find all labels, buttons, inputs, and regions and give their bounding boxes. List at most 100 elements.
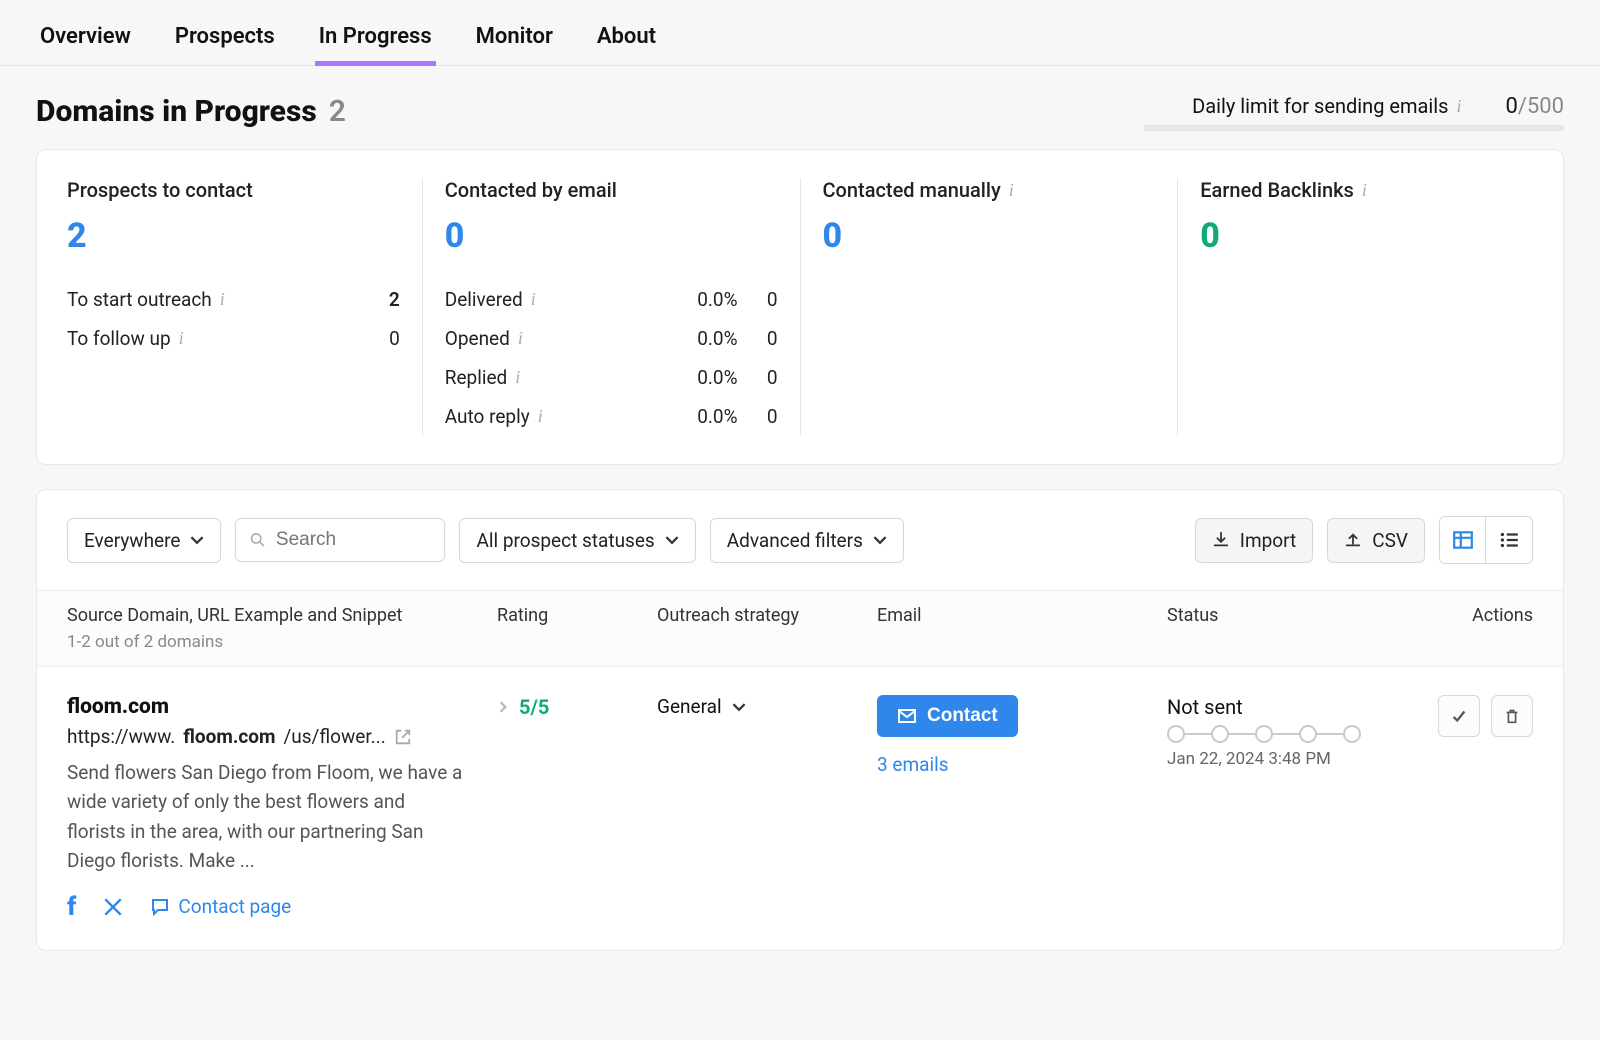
search-input[interactable] — [276, 529, 431, 551]
row-autoreply-label: Auto reply — [445, 405, 530, 428]
col-source-sub: 1-2 out of 2 domains — [67, 632, 497, 652]
col-strategy: Outreach strategy — [657, 605, 877, 652]
page-title: Domains in Progress 2 — [36, 94, 346, 129]
check-icon — [1450, 707, 1468, 725]
row-url-pre: https://www. — [67, 725, 175, 748]
stat-email-title: Contacted by email — [445, 178, 778, 202]
chevron-right-icon — [497, 700, 509, 714]
row-replied-count: 0 — [748, 366, 778, 389]
scope-label: Everywhere — [84, 529, 180, 552]
contact-page-link[interactable]: Contact page — [150, 895, 291, 918]
row-strategy-label: General — [657, 695, 722, 718]
col-source: Source Domain, URL Example and Snippet — [67, 605, 497, 626]
mark-done-button[interactable] — [1438, 695, 1480, 737]
tab-monitor[interactable]: Monitor — [472, 8, 557, 65]
stat-prospects-value[interactable]: 2 — [67, 216, 400, 256]
domains-panel: Everywhere All prospect statuses Advance… — [36, 489, 1564, 951]
row-delivered-label: Delivered — [445, 288, 523, 311]
info-icon[interactable]: i — [1009, 180, 1014, 201]
stat-earned-value[interactable]: 0 — [1200, 216, 1533, 256]
upload-icon — [1344, 531, 1362, 549]
status-dropdown[interactable]: All prospect statuses — [459, 518, 695, 563]
chevron-down-icon — [732, 700, 746, 714]
col-actions: Actions — [1417, 605, 1533, 652]
search-icon — [250, 531, 265, 549]
daily-limit-label: Daily limit for sending emails — [1192, 94, 1448, 118]
info-icon[interactable]: i — [538, 406, 543, 427]
stat-manual: Contacted manually i 0 — [801, 178, 1179, 436]
emails-link[interactable]: 3 emails — [877, 753, 1167, 776]
stats-panel: Prospects to contact 2 To start outreach… — [36, 149, 1564, 465]
chat-icon — [150, 897, 170, 917]
chevron-down-icon — [190, 533, 204, 547]
row-follow-up-count: 0 — [370, 327, 400, 350]
tab-about[interactable]: About — [593, 8, 660, 65]
info-icon[interactable]: i — [220, 289, 225, 310]
row-rating[interactable]: 5/5 — [497, 695, 657, 719]
info-icon[interactable]: i — [515, 367, 520, 388]
info-icon[interactable]: i — [518, 328, 523, 349]
tab-in-progress[interactable]: In Progress — [315, 8, 436, 65]
info-icon[interactable]: i — [1362, 180, 1367, 201]
import-label: Import — [1240, 529, 1296, 552]
page-title-text: Domains in Progress — [36, 94, 317, 129]
advanced-filters-dropdown[interactable]: Advanced filters — [710, 518, 904, 563]
row-strategy-dropdown[interactable]: General — [657, 695, 877, 718]
trash-icon — [1503, 707, 1521, 725]
contact-page-label: Contact page — [178, 895, 291, 918]
col-rating: Rating — [497, 605, 657, 652]
stat-prospects-title: Prospects to contact — [67, 178, 400, 202]
row-autoreply-count: 0 — [748, 405, 778, 428]
external-link-icon[interactable] — [394, 728, 412, 746]
stat-earned-title: Earned Backlinks — [1200, 178, 1354, 202]
row-replied-label: Replied — [445, 366, 507, 389]
scope-dropdown[interactable]: Everywhere — [67, 518, 221, 563]
contact-button[interactable]: Contact — [877, 695, 1018, 737]
row-url-bold: floom.com — [183, 725, 275, 748]
facebook-icon[interactable]: f — [67, 892, 76, 922]
stat-manual-title: Contacted manually — [823, 178, 1001, 202]
stat-email-value[interactable]: 0 — [445, 216, 778, 256]
row-start-outreach-count[interactable]: 2 — [370, 288, 400, 311]
tabs: Overview Prospects In Progress Monitor A… — [0, 0, 1600, 66]
row-replied-pct: 0.0% — [668, 366, 738, 389]
row-url[interactable]: https://www. floom.com/us/flower... — [67, 725, 497, 748]
view-list-button[interactable] — [1486, 517, 1532, 563]
list-icon — [1498, 529, 1520, 551]
row-opened-label: Opened — [445, 327, 510, 350]
info-icon[interactable]: i — [531, 289, 536, 310]
row-opened-pct: 0.0% — [668, 327, 738, 350]
status-steps — [1167, 725, 1417, 743]
contact-button-label: Contact — [927, 705, 998, 727]
row-delivered-pct: 0.0% — [668, 288, 738, 311]
info-icon[interactable]: i — [179, 328, 184, 349]
row-delivered-count: 0 — [748, 288, 778, 311]
page-title-count: 2 — [329, 94, 346, 129]
daily-limit-used: 0 — [1505, 94, 1517, 119]
import-button[interactable]: Import — [1195, 518, 1313, 563]
advanced-label: Advanced filters — [727, 529, 863, 552]
stat-prospects: Prospects to contact 2 To start outreach… — [45, 178, 423, 436]
row-url-post: /us/flower... — [283, 725, 385, 748]
info-icon[interactable]: i — [1456, 96, 1461, 117]
tab-overview[interactable]: Overview — [36, 8, 135, 65]
tab-prospects[interactable]: Prospects — [171, 8, 279, 65]
x-icon[interactable] — [102, 896, 124, 918]
table-header: Source Domain, URL Example and Snippet 1… — [37, 590, 1563, 667]
row-opened-count: 0 — [748, 327, 778, 350]
daily-limit: Daily limit for sending emails i 0/500 — [1144, 94, 1564, 131]
chevron-down-icon — [665, 533, 679, 547]
table-icon — [1452, 529, 1474, 551]
row-domain[interactable]: floom.com — [67, 695, 497, 719]
csv-button[interactable]: CSV — [1327, 518, 1425, 563]
stat-email: Contacted by email 0 Delivered i 0.0% 0 Op… — [423, 178, 801, 436]
view-table-button[interactable] — [1440, 517, 1486, 563]
stat-manual-value[interactable]: 0 — [823, 216, 1156, 256]
daily-limit-total: /500 — [1518, 94, 1564, 119]
row-follow-up-label: To follow up — [67, 327, 171, 350]
status-label: All prospect statuses — [476, 529, 654, 552]
delete-button[interactable] — [1491, 695, 1533, 737]
stat-earned: Earned Backlinks i 0 — [1178, 178, 1555, 436]
search-box[interactable] — [235, 518, 445, 562]
table-row: floom.com https://www. floom.com/us/flowe… — [37, 667, 1563, 950]
